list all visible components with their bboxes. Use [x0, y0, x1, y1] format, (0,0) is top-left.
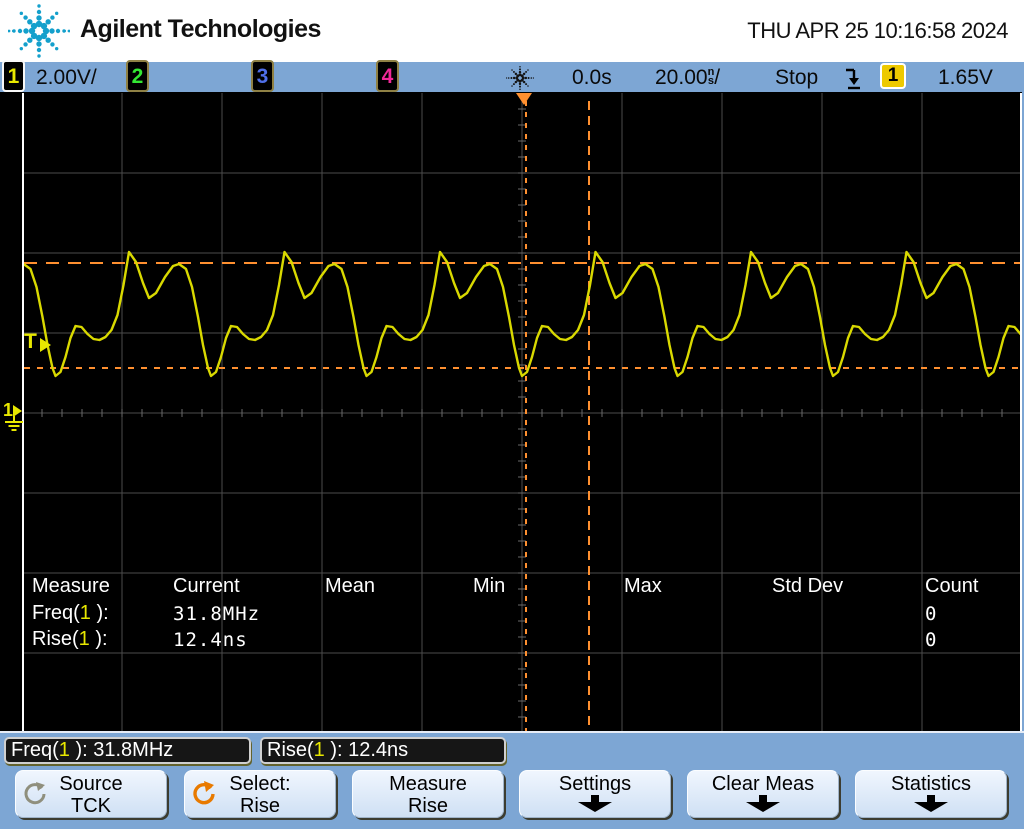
- softkey-source[interactable]: Source TCK: [15, 770, 167, 818]
- knob-icon-gray: [24, 782, 46, 805]
- agilent-spark-icon: [506, 65, 534, 91]
- knob-icon-orange: [193, 781, 215, 805]
- measure-row-freq-count: 0: [925, 603, 938, 625]
- measure-row-rise-count: 0: [925, 629, 938, 651]
- header: Agilent Technologies THU APR 25 10:16:58…: [0, 0, 1024, 62]
- measure-table-header-current: Current: [173, 575, 240, 597]
- measure-table-header-stddev: Std Dev: [772, 575, 844, 597]
- timebase-value: 20.00: [655, 66, 708, 89]
- brand-title: Agilent Technologies: [80, 15, 321, 43]
- result-freq: Freq(1 ): 31.8MHz: [4, 737, 251, 764]
- datetime-display: THU APR 25 10:16:58 2024: [747, 18, 1008, 43]
- measure-table-header-max: Max: [624, 575, 662, 597]
- menu-down-arrow-icon: [578, 795, 612, 812]
- trigger-level-readout: 1.65V: [938, 66, 993, 89]
- trigger-falling-edge-icon: [846, 68, 860, 90]
- softkey-select[interactable]: Select: Rise: [184, 770, 336, 818]
- softkey-settings-label: Settings: [558, 773, 632, 795]
- channel1-scale: 2.00V/: [36, 66, 97, 89]
- softkey-measure[interactable]: Measure Rise: [352, 770, 504, 818]
- delay-readout: 0.0s: [572, 66, 612, 89]
- measure-row-freq-label: Freq(1 ):: [32, 602, 109, 624]
- measure-row-rise-label: Rise(1 ):: [32, 628, 108, 650]
- softkey-measure-line2: Rise: [407, 795, 448, 817]
- measure-row-freq-current: 31.8MHz: [173, 603, 261, 625]
- trigger-level-arrow-icon: [40, 338, 51, 352]
- channel4-badge: 4: [376, 60, 399, 92]
- menu-down-arrow-icon: [914, 795, 948, 812]
- agilent-logo-icon: [8, 4, 70, 58]
- measure-table-header-min: Min: [473, 575, 506, 597]
- channel3-badge: 3: [251, 60, 274, 92]
- bottom-panel: Freq(1 ): 31.8MHz Rise(1 ): 12.4ns Sourc…: [0, 731, 1024, 829]
- run-state: Stop: [775, 66, 819, 89]
- softkey-clear-meas-label: Clear Meas: [711, 773, 815, 795]
- softkey-clear-meas[interactable]: Clear Meas: [687, 770, 839, 818]
- result-rise: Rise(1 ): 12.4ns: [260, 737, 506, 764]
- measure-table-header-mean: Mean: [325, 575, 376, 597]
- softkey-statistics[interactable]: Statistics: [855, 770, 1007, 818]
- panel-divider: [0, 731, 1024, 733]
- channel1-badge: 1: [2, 60, 25, 92]
- timebase-readout: 20.00 n s /: [655, 66, 721, 89]
- status-bar: 1 2.00V/ 2 3 4 0.0s 20.00 n s / Stop 1 1.65…: [0, 60, 1024, 93]
- waveform-display: T 1 Measure Current Mean Min Max Std Dev…: [0, 92, 1024, 733]
- oscilloscope-screen: Agilent Technologies THU APR 25 10:16:58…: [0, 0, 1024, 829]
- menu-down-arrow-icon: [746, 795, 780, 812]
- softkey-statistics-label: Statistics: [890, 773, 972, 795]
- softkey-measure-line1: Measure: [389, 773, 467, 795]
- measure-table-header-count: Count: [925, 575, 979, 597]
- trigger-position-marker-icon: [516, 93, 532, 105]
- channel2-badge: 2: [126, 60, 149, 92]
- measure-row-rise-current: 12.4ns: [173, 629, 248, 651]
- measure-table-header-measure: Measure: [32, 575, 110, 597]
- ground-symbol-icon: [5, 416, 23, 431]
- softkey-settings[interactable]: Settings: [519, 770, 671, 818]
- trigger-level-marker: T: [24, 330, 37, 353]
- graticule-and-trace: [22, 93, 1022, 733]
- trigger-source-badge: 1: [880, 63, 906, 89]
